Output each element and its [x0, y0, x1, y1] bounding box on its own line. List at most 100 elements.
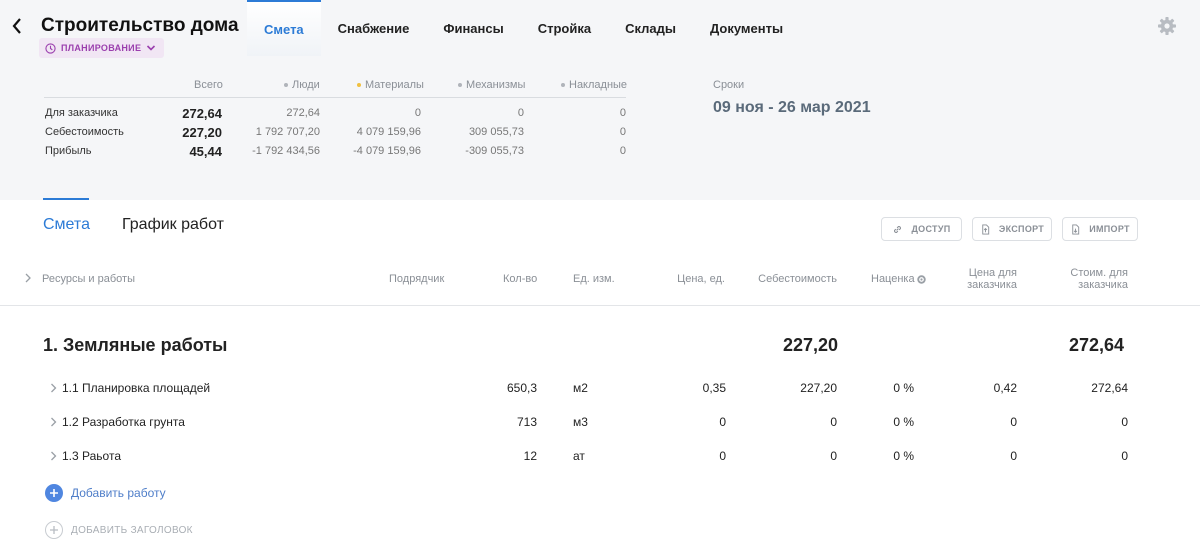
import-label: ИМПОРТ: [1089, 224, 1130, 234]
summary-label-profit: Прибыль: [45, 145, 92, 157]
row-client-price: 0: [1010, 415, 1017, 429]
row-markup: 0 %: [893, 381, 914, 395]
subtab-estimate[interactable]: Смета: [43, 216, 90, 234]
summary-machines-profit: -309 055,73: [465, 145, 524, 157]
row-unit: ат: [573, 449, 585, 463]
summary-people-cost: 1 792 707,20: [255, 126, 320, 138]
import-button[interactable]: ИМПОРТ: [1062, 217, 1138, 241]
row-qty: 650,3: [506, 381, 537, 395]
tab-warehouses[interactable]: Склады: [608, 0, 693, 56]
summary-people-client: 272,64: [286, 107, 320, 119]
tab-finance[interactable]: Финансы: [426, 0, 520, 56]
col-head-client-cost-line2: заказчика: [1078, 279, 1128, 291]
summary-machines-client: 0: [517, 107, 524, 119]
summary-head-people: Люди: [284, 79, 320, 91]
clock-icon: [45, 42, 56, 54]
add-work-button[interactable]: Добавить работу: [45, 484, 166, 502]
subtab-schedule[interactable]: График работ: [122, 216, 224, 234]
col-head-client-price-line2: заказчика: [967, 279, 1017, 291]
row-unit: м2: [573, 381, 588, 395]
row-cost: 0: [830, 449, 837, 463]
tab-supply[interactable]: Снабжение: [321, 0, 427, 56]
header: Строительство дома ПЛАНИРОВАНИЕ Смета Сн…: [0, 0, 1200, 200]
summary-head-total: Всего: [194, 79, 223, 91]
summary-head-overhead: Накладные: [561, 79, 627, 91]
summary-total-profit: 45,44: [189, 144, 222, 159]
summary-divider: [44, 97, 626, 98]
export-document-icon: [982, 223, 990, 235]
col-head-unit: Ед. изм.: [573, 273, 615, 285]
plus-outline-icon: [45, 521, 63, 539]
settings-gear-icon[interactable]: [1157, 16, 1177, 36]
row-client-cost: 0: [1121, 449, 1128, 463]
project-title: Строительство дома: [41, 15, 239, 36]
tab-documents[interactable]: Документы: [693, 0, 800, 56]
section-title[interactable]: 1. Земляные работы: [43, 335, 227, 356]
section-cost: 227,20: [782, 335, 838, 355]
col-head-resources: Ресурсы и работы: [42, 273, 135, 285]
col-head-cost: Себестоимость: [758, 273, 837, 285]
row-price: 0: [719, 415, 726, 429]
dates-label: Сроки: [713, 79, 745, 91]
row-cost: 0: [830, 415, 837, 429]
row-expand-chevron-icon[interactable]: [50, 451, 57, 461]
summary-label-cost: Себестоимость: [45, 126, 124, 138]
row-client-price: 0,42: [993, 381, 1017, 395]
summary-total-cost: 227,20: [182, 125, 222, 140]
summary-machines-cost: 309 055,73: [468, 126, 524, 138]
col-head-client-cost-line1: Стоим. для: [1070, 267, 1128, 279]
access-label: ДОСТУП: [911, 224, 951, 234]
row-name: 1.3 Раьота: [62, 449, 121, 463]
summary-overhead-cost: 0: [619, 126, 626, 138]
summary-materials-client: 0: [414, 107, 421, 119]
link-icon: [894, 225, 902, 233]
col-head-client-price: Цена для заказчика: [940, 267, 1017, 291]
add-work-label: Добавить работу: [71, 486, 166, 500]
tab-construction[interactable]: Стройка: [521, 0, 608, 56]
export-button[interactable]: ЭКСПОРТ: [972, 217, 1052, 241]
summary-label-client: Для заказчика: [45, 107, 118, 119]
table-header-divider: [0, 305, 1200, 306]
col-head-contractor: Подрядчик: [389, 273, 445, 285]
table-row[interactable]: 1.3 Раьота 12 ат 0 0 0 % 0 0: [0, 440, 1200, 474]
subtab-active-indicator: [43, 198, 89, 200]
row-client-cost: 272,64: [1091, 381, 1128, 395]
col-head-qty: Кол-во: [503, 273, 538, 285]
summary-head-materials: Материалы: [357, 79, 424, 91]
row-expand-chevron-icon[interactable]: [50, 383, 57, 393]
add-heading-button[interactable]: ДОБАВИТЬ ЗАГОЛОВОК: [45, 521, 193, 539]
row-price: 0,35: [702, 381, 726, 395]
col-head-markup-label: Наценка: [871, 273, 915, 285]
summary-overhead-profit: 0: [619, 145, 626, 157]
summary-overhead-client: 0: [619, 107, 626, 119]
row-name: 1.2 Разработка грунта: [62, 415, 185, 429]
tab-estimate[interactable]: Смета: [247, 0, 321, 56]
chevron-down-icon: [147, 45, 156, 51]
row-client-price: 0: [1010, 449, 1017, 463]
row-unit: м3: [573, 415, 588, 429]
row-markup: 0 %: [893, 415, 914, 429]
table-row[interactable]: 1.2 Разработка грунта 713 м3 0 0 0 % 0 0: [0, 406, 1200, 440]
summary-total-client: 272,64: [182, 106, 222, 121]
table-row[interactable]: 1.1 Планировка площадей 650,3 м2 0,35 22…: [0, 372, 1200, 406]
status-dropdown[interactable]: ПЛАНИРОВАНИЕ: [39, 38, 165, 58]
row-expand-chevron-icon[interactable]: [50, 417, 57, 427]
back-arrow-icon[interactable]: [10, 16, 24, 36]
row-qty: 12: [523, 449, 537, 463]
col-head-markup[interactable]: Наценка: [871, 273, 927, 285]
section-client-cost: 272,64: [1068, 335, 1124, 355]
expand-all-chevron-icon[interactable]: [24, 273, 32, 283]
summary-materials-profit: -4 079 159,96: [353, 145, 421, 157]
estimate-card: Смета График работ ДОСТУП ЭКСПОРТ ИМПОРТ…: [0, 198, 1200, 545]
row-client-cost: 0: [1121, 415, 1128, 429]
top-tabs: Смета Снабжение Финансы Стройка Склады Д…: [247, 0, 800, 56]
col-head-client-cost: Стоим. для заказчика: [1040, 267, 1128, 291]
summary-people-profit: -1 792 434,56: [252, 145, 320, 157]
row-markup: 0 %: [893, 449, 914, 463]
access-button[interactable]: ДОСТУП: [881, 217, 962, 241]
summary-head-machines: Механизмы: [458, 79, 525, 91]
markup-settings-gear-icon[interactable]: [916, 274, 927, 285]
add-heading-label: ДОБАВИТЬ ЗАГОЛОВОК: [71, 524, 193, 536]
status-label: ПЛАНИРОВАНИЕ: [61, 43, 142, 53]
col-head-client-price-line1: Цена для: [968, 267, 1017, 279]
